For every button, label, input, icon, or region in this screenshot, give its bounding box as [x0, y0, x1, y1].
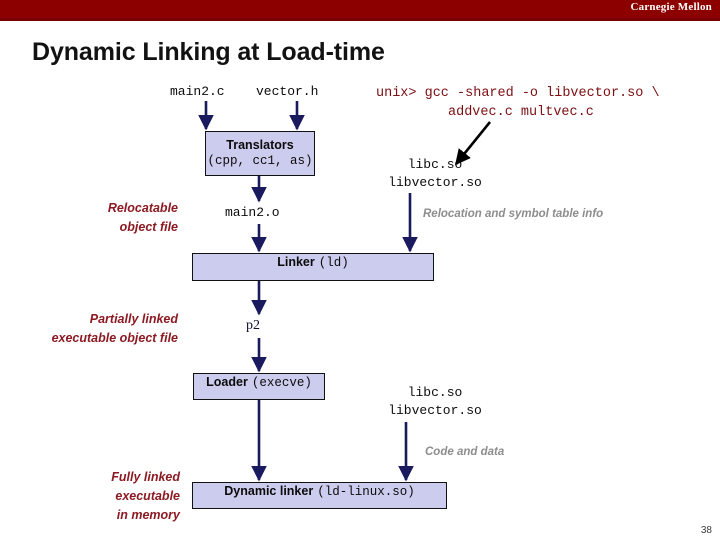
top-banner [0, 0, 720, 18]
object-file-label: main2.o [225, 205, 280, 220]
annotation-code-and-data: Code and data [425, 446, 505, 458]
dynamic-linker-box-subtitle: (ld-linux.so) [317, 485, 415, 499]
linker-box-title: Linker [277, 255, 315, 269]
loader-box-title: Loader [206, 375, 248, 389]
stage-label-partially-linked: Partially linked executable object file [51, 312, 178, 345]
source-file-header: vector.h [256, 84, 319, 99]
annotation-relocation-info: Relocation and symbol table info [423, 208, 604, 220]
partially-linked-artifact: p2 [246, 318, 260, 333]
dynamic-linker-box[interactable]: Dynamic linker (ld-linux.so) [192, 482, 447, 509]
source-file-main: main2.c [170, 84, 225, 99]
lower-shared-libraries: libc.so libvector.so [388, 385, 482, 418]
shell-command-line-1: unix> gcc -shared -o libvector.so \ [376, 86, 660, 101]
page-title: Dynamic Linking at Load-time [32, 38, 385, 66]
banner-underline [0, 18, 720, 21]
loader-box[interactable]: Loader (execve) [193, 373, 325, 400]
stage-label-fully-linked: Fully linked executable in memory [111, 470, 180, 522]
linker-box-subtitle: (ld) [318, 256, 349, 270]
dynamic-linker-box-title: Dynamic linker [224, 484, 314, 498]
stage-label-relocatable: Relocatable object file [107, 201, 178, 234]
page-number: 38 [700, 525, 712, 536]
institution-label: Carnegie Mellon [630, 1, 712, 13]
translators-box[interactable]: Translators (cpp, cc1, as) [205, 131, 315, 176]
upper-shared-libraries: libc.so libvector.so [388, 157, 482, 190]
loader-box-subtitle: (execve) [251, 376, 312, 390]
linker-box[interactable]: Linker (ld) [192, 253, 434, 281]
translators-box-subtitle: (cpp, cc1, as) [207, 154, 313, 168]
translators-box-title: Translators [226, 138, 294, 152]
shell-command-line-2: addvec.c multvec.c [448, 105, 594, 120]
